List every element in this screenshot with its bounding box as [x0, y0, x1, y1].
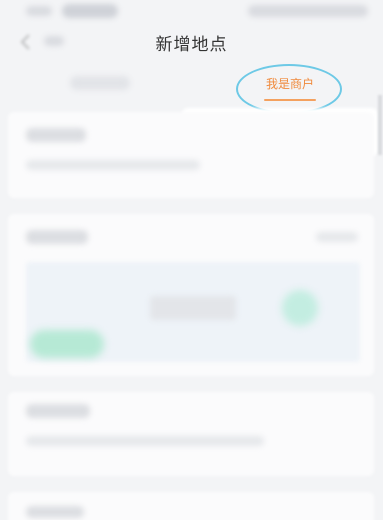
map-location-chip[interactable]: [150, 296, 236, 320]
status-icons: [248, 5, 368, 17]
section-label-extra: [26, 506, 84, 518]
navigation-bar: 新增地点: [0, 22, 383, 66]
section-label-name: [26, 128, 86, 142]
status-bar: [0, 0, 383, 22]
section-label-address: [26, 404, 90, 418]
page-title: 新增地点: [155, 35, 228, 55]
section-card-name: [8, 112, 374, 198]
name-input[interactable]: [26, 160, 200, 170]
scroll-edge: [378, 95, 382, 155]
tab-personal[interactable]: [70, 76, 130, 90]
add-location-page: 新增地点 我是商户: [0, 0, 383, 520]
status-time: [26, 6, 52, 16]
map-locate-button[interactable]: [30, 330, 104, 358]
highlight-circle: [236, 64, 342, 114]
section-label-map: [26, 230, 88, 244]
map-pin-icon[interactable]: [282, 290, 318, 326]
address-input[interactable]: [26, 436, 264, 446]
map-action-link[interactable]: [316, 232, 358, 242]
status-indicator: [62, 4, 118, 18]
